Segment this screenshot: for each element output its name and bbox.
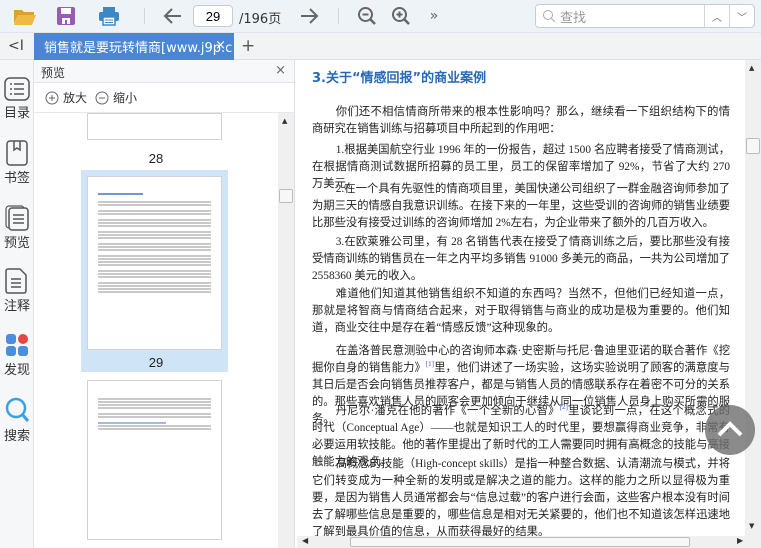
paragraph: 2.在一个具有先驱性的情商项目里，美国快递公司组织了一群金融咨询师参加了为期三天…: [312, 183, 730, 229]
paragraph: 你们还不相信情商所带来的根本性影响吗？那么，继续看一下组织结构下的情商研究在销售…: [312, 106, 730, 135]
arrow-left-icon[interactable]: [160, 4, 186, 28]
back-to-top-button[interactable]: [705, 405, 755, 455]
paragraph: 难道他们知道其他销售组织不知道的东西吗？当然不，但他们已经知道一点，那就是将智商…: [312, 288, 730, 334]
sidebar-item-notes[interactable]: 注释: [0, 268, 34, 314]
folder-open-icon[interactable]: [12, 4, 38, 28]
sidebar-item-toc[interactable]: 目录: [0, 77, 34, 121]
preview-zoom-bar: 放大 缩小: [34, 83, 294, 113]
close-icon[interactable]: ×: [275, 63, 286, 78]
add-tab-button[interactable]: +: [241, 36, 255, 56]
close-icon[interactable]: ×: [215, 38, 226, 53]
document-horizontal-scrollbar[interactable]: ◀ ▶: [297, 536, 761, 548]
tab-bar: <I 销售就是要玩转情商[www.j9p.c × +: [0, 33, 761, 60]
preview-panel: 预览 × 放大 缩小 28 29 ▲: [34, 60, 295, 548]
document-view: 3.关于“情感回报”的商业案例 你们还不相信情商所带来的根本性影响吗？那么，继续…: [297, 60, 745, 536]
sidebar-item-bookmarks[interactable]: 书签: [0, 140, 34, 186]
search-icon: [5, 397, 30, 422]
thumbnail-list: 28 29: [34, 113, 278, 548]
scrollbar-thumb[interactable]: [746, 138, 760, 154]
preview-scrollbar[interactable]: ▲: [278, 113, 294, 548]
bookmark-icon: [6, 140, 28, 166]
discover-icon: [6, 334, 28, 356]
document-vertical-scrollbar[interactable]: ▲ ▼: [745, 60, 761, 536]
section-heading: 3.关于“情感回报”的商业案例: [312, 71, 487, 86]
sidebar-item-preview[interactable]: 预览: [0, 205, 34, 251]
zoom-out-icon[interactable]: [95, 91, 109, 105]
search-input[interactable]: 查找: [560, 7, 586, 26]
toolbar: /196页 » 查找 ︿ ﹀: [0, 0, 761, 33]
chevron-down-icon[interactable]: ﹀: [729, 5, 754, 27]
search-box[interactable]: 查找 ︿ ﹀: [535, 4, 755, 28]
preview-header: 预览 ×: [34, 60, 294, 83]
page-thumbnail-29[interactable]: [87, 176, 222, 350]
page-thumbnail-28[interactable]: [87, 113, 222, 140]
search-icon: [543, 10, 556, 23]
scrollbar-thumb[interactable]: [350, 537, 690, 547]
zoom-in-icon[interactable]: [388, 4, 414, 28]
list-icon: [4, 77, 30, 101]
paragraph: 3.在欧莱雅公司里，有 28 名销售代表在接受了情商训练之后，要比那些没有接受情…: [312, 236, 730, 282]
tab-document[interactable]: 销售就是要玩转情商[www.j9p.c ×: [34, 33, 234, 60]
page-label-28: 28: [148, 151, 164, 166]
page-label-29: 29: [148, 355, 164, 370]
chevron-up-icon[interactable]: ︿: [704, 5, 729, 27]
collapse-sidebar-button[interactable]: <I: [8, 38, 24, 54]
chevron-up-icon: [717, 421, 743, 437]
footnote-link[interactable]: [1]: [426, 360, 434, 368]
print-icon[interactable]: [96, 4, 122, 28]
scrollbar-thumb[interactable]: [279, 189, 293, 203]
sidebar-rail: 目录 书签 预览 注释 发现 搜索: [0, 60, 34, 548]
more-icon[interactable]: »: [424, 4, 444, 28]
sidebar-item-search[interactable]: 搜索: [0, 396, 34, 444]
page-thumbnail-30[interactable]: [87, 380, 222, 540]
page-total: /196页: [239, 12, 282, 27]
note-icon: [5, 268, 27, 294]
zoom-in-icon[interactable]: [45, 91, 59, 105]
paragraph: 高概念的技能（High-concept skills）是指一种整合数据、认清潮流…: [312, 458, 730, 536]
footnote-link[interactable]: [2]: [560, 403, 568, 411]
zoom-out-icon[interactable]: [354, 4, 380, 28]
tab-label: 销售就是要玩转情商[www.j9p.c: [44, 41, 233, 56]
zoom-out-button[interactable]: 缩小: [113, 89, 137, 106]
zoom-in-button[interactable]: 放大: [63, 89, 87, 106]
sidebar-item-discover[interactable]: 发现: [0, 332, 34, 378]
page-number-input[interactable]: [193, 5, 233, 27]
preview-title: 预览: [41, 66, 66, 80]
arrow-right-icon[interactable]: [296, 4, 322, 28]
save-icon[interactable]: [54, 4, 78, 28]
preview-icon: [5, 205, 29, 231]
